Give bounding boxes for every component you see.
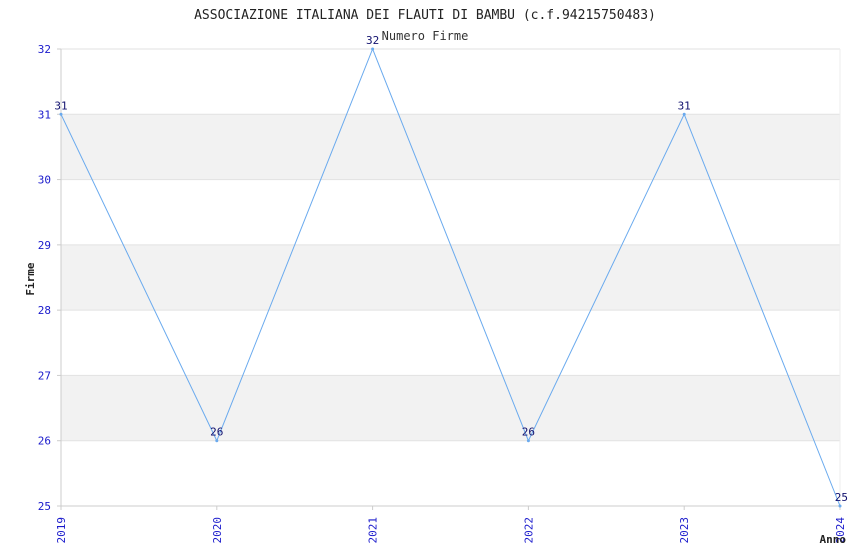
y-axis-title: Firme bbox=[24, 262, 37, 295]
legend-label: Numero Firme bbox=[382, 29, 469, 43]
y-tick-label-28: 28 bbox=[38, 304, 51, 317]
y-tick-label-31: 31 bbox=[38, 108, 51, 121]
y-tick-label-29: 29 bbox=[38, 239, 51, 252]
line-chart: 2526272829303132 2019 2020 2021 2022 2023 202… bbox=[24, 8, 848, 546]
y-tick-label-27: 27 bbox=[38, 369, 51, 382]
x-tick-label-2022: 2022 bbox=[522, 517, 535, 544]
x-tick-labels: 2019 2020 2021 2022 2023 2024 bbox=[55, 506, 847, 544]
x-tick-label-2019: 2019 bbox=[55, 517, 68, 544]
data-point-2023 bbox=[682, 112, 686, 116]
y-tick-label-30: 30 bbox=[38, 174, 51, 187]
x-axis-title: Anno bbox=[820, 533, 847, 546]
data-point-2022 bbox=[526, 439, 530, 443]
grid-band-26 bbox=[61, 375, 840, 441]
x-tick-label-2021: 2021 bbox=[367, 517, 380, 544]
data-point-2019 bbox=[59, 112, 63, 116]
grid-bands bbox=[61, 114, 840, 441]
data-label-2021: 32 bbox=[366, 34, 379, 47]
data-label-2022: 26 bbox=[522, 426, 535, 439]
y-tick-label-26: 26 bbox=[38, 435, 51, 448]
y-tick-label-25: 25 bbox=[38, 500, 51, 513]
data-label-2020: 26 bbox=[210, 426, 223, 439]
data-label-2019: 31 bbox=[54, 99, 67, 112]
data-label-2023: 31 bbox=[678, 99, 691, 112]
data-label-2024: 25 bbox=[835, 491, 848, 504]
grid-band-28 bbox=[61, 244, 840, 311]
y-tick-labels: 25 26 27 28 29 30 31 32 bbox=[38, 43, 61, 513]
chart-title: ASSOCIAZIONE ITALIANA DEI FLAUTI DI BAMB… bbox=[194, 8, 656, 23]
y-tick-label-32: 32 bbox=[38, 43, 51, 56]
data-point-2024 bbox=[838, 504, 842, 508]
x-tick-label-2023: 2023 bbox=[678, 517, 691, 544]
x-tick-label-2020: 2020 bbox=[211, 517, 224, 544]
data-point-2021 bbox=[371, 47, 375, 51]
data-point-2020 bbox=[215, 439, 219, 443]
grid-band-30 bbox=[61, 114, 840, 180]
